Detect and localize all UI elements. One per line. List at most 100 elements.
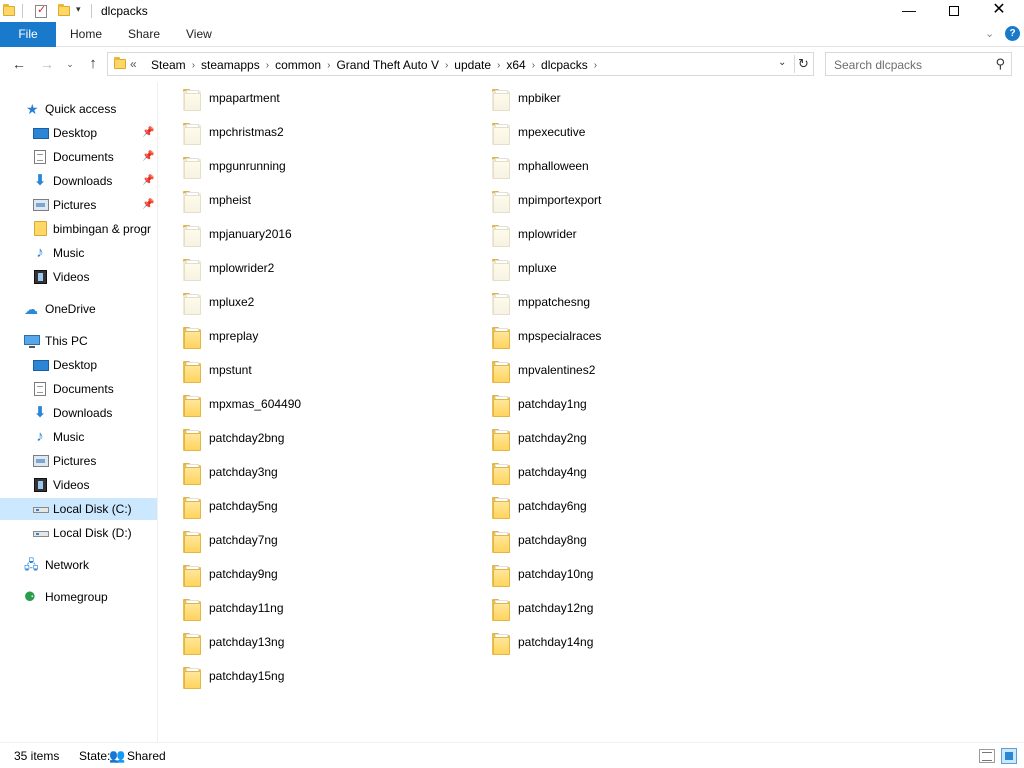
folder-item[interactable]: mpstunt — [159, 354, 459, 388]
breadcrumb-steam[interactable]: Steam — [146, 58, 191, 72]
folder-item[interactable]: patchday2ng — [468, 422, 768, 456]
folder-item[interactable]: mpxmas_604490 — [159, 388, 459, 422]
chevron-right-icon[interactable]: › — [593, 60, 598, 71]
tab-share[interactable]: Share — [114, 22, 174, 47]
folder-item[interactable]: patchday7ng — [159, 524, 459, 558]
folder-item[interactable]: mpexecutive — [468, 116, 768, 150]
folder-item[interactable]: patchday12ng — [468, 592, 768, 626]
expand-ribbon-icon[interactable]: ⌄ — [985, 27, 994, 40]
folder-item[interactable]: mpimportexport — [468, 184, 768, 218]
pin-icon[interactable]: 📌 — [142, 146, 154, 168]
folder-item[interactable]: mpapartment — [159, 82, 459, 116]
sidebar-item-pc-music[interactable]: ♪ Music — [0, 426, 157, 448]
folder-icon — [492, 497, 510, 519]
sidebar-item-pictures[interactable]: Pictures 📌 — [0, 194, 157, 216]
folder-item[interactable]: patchday9ng — [159, 558, 459, 592]
folder-item[interactable]: mpbiker — [468, 82, 768, 116]
sidebar-item-local-disk-d[interactable]: Local Disk (D:) — [0, 522, 157, 544]
up-button[interactable]: ↑ — [83, 55, 103, 73]
folder-item[interactable]: mpheist — [159, 184, 459, 218]
sidebar-item-bimbingan[interactable]: bimbingan & progr — [0, 218, 157, 240]
tab-file[interactable]: File — [0, 22, 56, 47]
folder-item[interactable]: patchday2bng — [159, 422, 459, 456]
sidebar-item-documents[interactable]: Documents 📌 — [0, 146, 157, 168]
breadcrumb-steamapps[interactable]: steamapps — [196, 58, 265, 72]
sidebar-item-label: Music — [53, 430, 85, 444]
file-list: mpapartment mpchristmas2 mpgunrunning mphei… — [159, 82, 1024, 742]
folder-item[interactable]: mpluxe2 — [159, 286, 459, 320]
details-view-button[interactable] — [979, 749, 995, 763]
folder-item[interactable]: mpspecialraces — [468, 320, 768, 354]
folder-item[interactable]: mpgunrunning — [159, 150, 459, 184]
breadcrumb-x64[interactable]: x64 — [501, 58, 530, 72]
breadcrumb-gta-v[interactable]: Grand Theft Auto V — [331, 58, 444, 72]
folder-item[interactable]: patchday11ng — [159, 592, 459, 626]
folder-item[interactable]: mpjanuary2016 — [159, 218, 459, 252]
tab-view[interactable]: View — [172, 22, 226, 47]
folder-item[interactable]: mpvalentines2 — [468, 354, 768, 388]
breadcrumb-dlcpacks[interactable]: dlcpacks — [536, 58, 593, 72]
pin-icon[interactable]: 📌 — [142, 194, 154, 216]
folder-item[interactable]: patchday6ng — [468, 490, 768, 524]
folder-item[interactable]: patchday4ng — [468, 456, 768, 490]
sidebar-item-desktop[interactable]: Desktop 📌 — [0, 122, 157, 144]
folder-item[interactable]: patchday5ng — [159, 490, 459, 524]
quick-access-toolbar-dropdown[interactable]: ▾ — [76, 4, 81, 15]
sidebar-item-homegroup[interactable]: ⚈ Homegroup — [0, 586, 157, 608]
new-folder-icon[interactable] — [58, 4, 70, 16]
folder-item[interactable]: patchday15ng — [159, 660, 459, 694]
folder-item[interactable]: mpchristmas2 — [159, 116, 459, 150]
sidebar-item-pc-downloads[interactable]: ⬇ Downloads — [0, 402, 157, 424]
minimize-button[interactable]: — — [886, 0, 932, 22]
sidebar-item-pc-videos[interactable]: Videos — [0, 474, 157, 496]
folder-item[interactable]: mphalloween — [468, 150, 768, 184]
folder-item[interactable]: mplowrider2 — [159, 252, 459, 286]
sidebar-item-quick-access[interactable]: ★ Quick access — [0, 98, 157, 120]
sidebar-item-videos[interactable]: Videos — [0, 266, 157, 288]
folder-item[interactable]: mpreplay — [159, 320, 459, 354]
folder-item[interactable]: mpluxe — [468, 252, 768, 286]
sidebar-item-music[interactable]: ♪ Music — [0, 242, 157, 264]
recent-locations-button[interactable]: ⌄ — [63, 55, 77, 73]
sidebar-item-local-disk-c[interactable]: Local Disk (C:) — [0, 498, 157, 520]
help-icon[interactable]: ? — [1005, 26, 1020, 41]
address-dropdown-icon[interactable]: ⌄ — [778, 57, 786, 68]
close-button[interactable]: ✕ — [976, 0, 1022, 22]
folder-item[interactable]: patchday8ng — [468, 524, 768, 558]
music-icon: ♪ — [36, 244, 44, 261]
search-input[interactable]: Search dlcpacks ⚲ — [825, 52, 1012, 76]
folder-icon — [492, 327, 510, 349]
sidebar-item-onedrive[interactable]: ☁ OneDrive — [0, 298, 157, 320]
folder-item[interactable]: patchday10ng — [468, 558, 768, 592]
breadcrumb-update[interactable]: update — [449, 58, 496, 72]
folder-icon — [183, 259, 201, 281]
back-button[interactable]: ← — [9, 55, 29, 73]
forward-button[interactable]: → — [37, 55, 57, 73]
breadcrumb-overflow[interactable]: « — [130, 57, 137, 71]
folder-icon[interactable] — [3, 4, 15, 16]
sidebar-item-pc-documents[interactable]: Documents — [0, 378, 157, 400]
maximize-button[interactable] — [931, 0, 977, 22]
pin-icon[interactable]: 📌 — [142, 122, 154, 144]
folder-item[interactable]: patchday1ng — [468, 388, 768, 422]
tab-home[interactable]: Home — [56, 22, 116, 47]
sidebar-item-label: Music — [53, 246, 85, 260]
sidebar-item-network[interactable]: 🖧 Network — [0, 554, 157, 576]
sidebar-item-pc-desktop[interactable]: Desktop — [0, 354, 157, 376]
sidebar-item-this-pc[interactable]: This PC — [0, 330, 157, 352]
search-icon[interactable]: ⚲ — [995, 56, 1005, 72]
folder-item[interactable]: patchday3ng — [159, 456, 459, 490]
large-icons-view-button[interactable] — [1001, 748, 1017, 764]
folder-item[interactable]: mplowrider — [468, 218, 768, 252]
folder-item[interactable]: patchday13ng — [159, 626, 459, 660]
folder-item[interactable]: patchday14ng — [468, 626, 768, 660]
folder-item[interactable]: mppatchesng — [468, 286, 768, 320]
pin-icon[interactable]: 📌 — [142, 170, 154, 192]
properties-icon[interactable] — [35, 3, 47, 18]
sidebar-item-label: Downloads — [53, 406, 113, 420]
sidebar-item-pc-pictures[interactable]: Pictures — [0, 450, 157, 472]
sidebar-item-downloads[interactable]: ⬇ Downloads 📌 — [0, 170, 157, 192]
refresh-icon[interactable]: ↻ — [794, 55, 812, 73]
breadcrumb-common[interactable]: common — [270, 58, 326, 72]
address-bar[interactable]: « Steam › steamapps › common › Grand The… — [107, 52, 814, 76]
